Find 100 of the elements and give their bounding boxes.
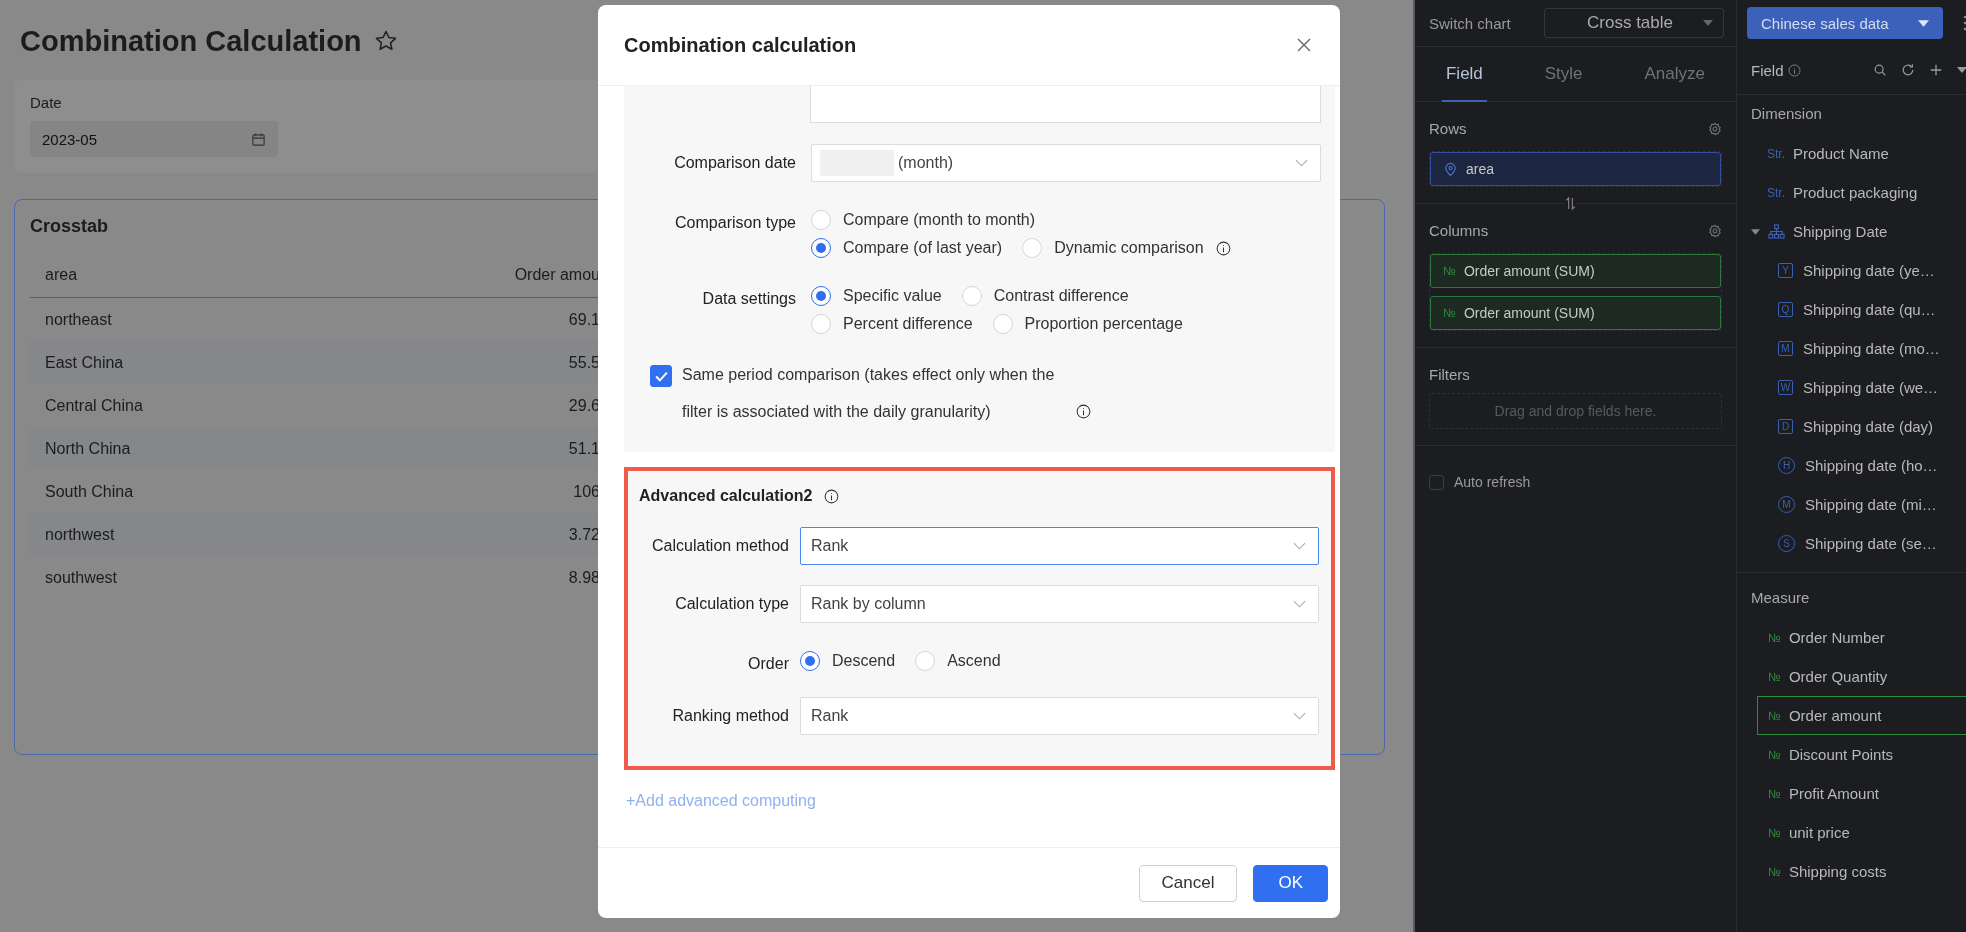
field-item[interactable]: S Shipping date (se… [1737, 524, 1966, 563]
field-item[interactable]: H Shipping date (ho… [1737, 446, 1966, 485]
calendar-icon [251, 131, 266, 147]
select-field[interactable] [810, 86, 1321, 123]
info-icon [1076, 404, 1091, 419]
caret-icon [1918, 19, 1929, 27]
form-label: Comparison type [674, 213, 796, 232]
radio-option[interactable]: Compare (of last year) [811, 236, 1003, 260]
switch-chart-label: Switch chart [1429, 14, 1511, 32]
column-header: area [45, 266, 78, 284]
field-item[interactable]: Str. Product Name [1737, 134, 1966, 173]
plus-icon[interactable] [1929, 63, 1943, 77]
settings-icon[interactable] [1708, 223, 1722, 238]
panel-tab[interactable]: Style [1540, 47, 1587, 102]
swap-icon[interactable] [1565, 197, 1576, 210]
select-field[interactable]: Rank [800, 697, 1319, 735]
chevron-down-icon [1293, 542, 1306, 550]
field-item[interactable]: № unit price [1757, 813, 1966, 852]
table-cell: 51.1 [568, 439, 600, 458]
panel-tab[interactable]: Field [1441, 47, 1487, 102]
table-cell: 3.72 [568, 525, 600, 544]
crosstab-title: Crosstab [30, 216, 109, 237]
field-item[interactable]: Y Shipping date (ye… [1737, 251, 1966, 290]
section-label: Columns [1429, 222, 1489, 239]
field-chip[interactable]: № Order amount (SUM) [1430, 254, 1721, 288]
checkbox[interactable] [1429, 474, 1444, 490]
table-cell: North China [45, 439, 131, 458]
field-item[interactable]: № Profit Amount [1757, 774, 1966, 813]
form-label: Ranking method [671, 707, 789, 725]
table-cell: 55.5 [568, 353, 600, 372]
info-icon [1787, 63, 1801, 77]
settings-icon[interactable] [1708, 121, 1722, 136]
table-cell: East China [45, 353, 124, 372]
dialog-title: Combination calculation [624, 33, 857, 57]
field-item[interactable]: № Order Number [1757, 618, 1966, 657]
radio-option[interactable]: Contrast difference [961, 284, 1129, 308]
field-item[interactable]: Shipping Date [1737, 212, 1966, 251]
field-chip[interactable]: № Order amount (SUM) [1430, 296, 1721, 330]
field-item[interactable]: № Order amount [1757, 696, 1966, 735]
table-cell: northwest [45, 525, 115, 544]
section-label: Rows [1429, 120, 1467, 137]
star-icon[interactable] [373, 29, 398, 53]
search-icon[interactable] [1873, 63, 1887, 77]
field-item[interactable]: № Discount Points [1757, 735, 1966, 774]
radio-option[interactable]: Ascend [915, 649, 1001, 673]
info-icon [1215, 240, 1231, 256]
checkbox-label: Auto refresh [1454, 474, 1531, 490]
radio-option[interactable]: Descend [800, 649, 896, 673]
field-chip[interactable]: area [1430, 152, 1721, 186]
table-cell: southwest [45, 568, 118, 587]
section-title: Advanced calculation2 [639, 487, 813, 505]
field-item[interactable]: D Shipping date (day) [1737, 407, 1966, 446]
field-item[interactable]: M Shipping date (mi… [1737, 485, 1966, 524]
select-field[interactable]: Rank [800, 527, 1319, 565]
close-icon[interactable] [1296, 37, 1312, 53]
form-label: Calculation type [674, 595, 789, 613]
checkbox-label: Same period comparison (takes effect only when the filter is associated with the daily granularity) [682, 365, 1056, 422]
chevron-down-icon [1293, 600, 1306, 608]
field-item[interactable]: № Order Quantity [1757, 657, 1966, 696]
form-label: Comparison date [673, 154, 796, 172]
field-item[interactable]: W Shipping date (we… [1737, 368, 1966, 407]
select-field[interactable]: (month) [811, 144, 1321, 182]
chevron-down-icon [1293, 712, 1306, 720]
checkbox[interactable] [650, 365, 672, 387]
radio-option[interactable]: Dynamic comparison [1022, 236, 1231, 260]
field-item[interactable]: Str. Product packaging [1737, 173, 1966, 212]
page-title: Combination Calculation [20, 24, 362, 58]
radio-option[interactable]: Compare (month to month) [811, 208, 1036, 232]
ok-button[interactable]: OK [1253, 864, 1328, 902]
form-label: Calculation method [651, 537, 789, 555]
cancel-button[interactable]: Cancel [1138, 864, 1238, 902]
radio-option[interactable]: Proportion percentage [992, 312, 1183, 336]
field-item[interactable]: № Shipping costs [1757, 852, 1966, 891]
dataset-button[interactable]: Chinese sales data [1747, 7, 1943, 39]
table-cell: Central China [45, 396, 143, 415]
table-cell: northeast [45, 310, 112, 329]
group-heading: Measure [1750, 588, 1811, 608]
field-item[interactable]: Q Shipping date (qu… [1737, 290, 1966, 329]
location-pin-icon [1443, 161, 1458, 177]
group-heading: Dimension [1750, 104, 1823, 124]
field-item[interactable]: M Shipping date (mo… [1737, 329, 1966, 368]
chart-type-select[interactable]: Cross table [1544, 8, 1724, 38]
date-label: Date [30, 94, 63, 111]
select-field[interactable]: Rank by column [800, 585, 1319, 623]
form-label: Data settings [701, 289, 796, 308]
panel-tab[interactable]: Analyze [1640, 47, 1709, 102]
chevron-down-icon [1295, 159, 1308, 167]
table-cell: South China [45, 482, 134, 501]
table-cell: 69.1 [568, 310, 600, 329]
section-label: Filters [1429, 366, 1470, 383]
form-label: Order [747, 654, 789, 673]
hierarchy-icon [1768, 224, 1785, 239]
checkmark-icon [654, 370, 668, 382]
refresh-icon[interactable] [1901, 63, 1915, 77]
expand-caret-icon[interactable] [1751, 228, 1760, 235]
date-field[interactable]: 2023-05 [30, 121, 278, 157]
more-icon[interactable] [1963, 15, 1966, 31]
radio-option[interactable]: Specific value [811, 284, 942, 308]
caret-icon[interactable] [1957, 67, 1966, 73]
radio-option[interactable]: Percent difference [811, 312, 973, 336]
